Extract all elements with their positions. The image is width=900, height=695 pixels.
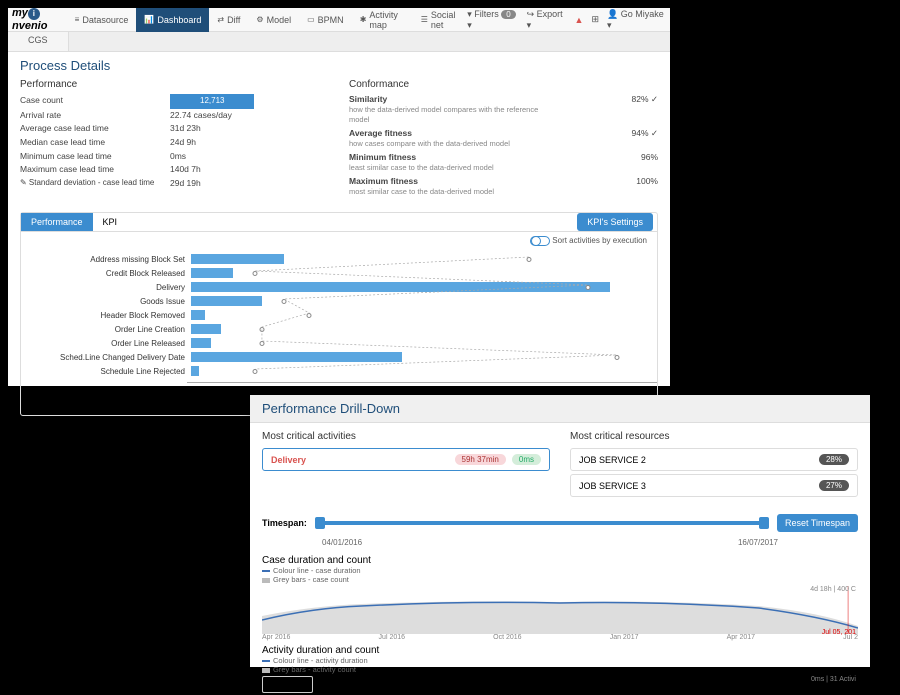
conformance-col: Conformance Similarityhow the data-deriv… bbox=[349, 79, 658, 200]
conf-row: Average fitnesshow cases compare with th… bbox=[349, 128, 658, 148]
user-menu[interactable]: 👤 Go Miyake ▾ bbox=[607, 9, 666, 31]
topbar: myinvenio ≡Datasource📊Dashboard⇄Diff⚙Mod… bbox=[8, 8, 670, 32]
activities-col: Most critical activities Delivery59h 37m… bbox=[262, 431, 550, 500]
filters-count-badge: 0 bbox=[501, 10, 515, 19]
export-button[interactable]: ↪ Export ▾ bbox=[527, 9, 567, 31]
nav-activity-map[interactable]: ✱Activity map bbox=[352, 8, 413, 32]
perf-row: Median case lead time24d 9h bbox=[20, 136, 329, 150]
slider-handle-left[interactable] bbox=[315, 517, 325, 529]
bell-icon[interactable]: ▲ bbox=[575, 15, 584, 25]
tab-performance[interactable]: Performance bbox=[21, 213, 93, 231]
bar-row: Sched.Line Changed Delivery Date bbox=[31, 350, 647, 364]
case-chart: 4d 18h | 400 C Jul 05, 201 bbox=[262, 586, 858, 634]
subtab-bar: CGS bbox=[8, 32, 670, 52]
kpi-settings-button[interactable]: KPI's Settings bbox=[577, 213, 653, 231]
bar-row: Order Line Released bbox=[31, 336, 647, 350]
filters-button[interactable]: ▾ Filters 0 ▾ bbox=[467, 9, 518, 31]
case-section-title: Case duration and count bbox=[262, 555, 858, 566]
case-duration-section: Case duration and count Colour line - ca… bbox=[250, 553, 870, 643]
perf-row: Arrival rate22.74 cases/day bbox=[20, 109, 329, 123]
process-details-title: Process Details bbox=[8, 52, 670, 79]
sort-label: Sort activities by execution bbox=[552, 236, 647, 245]
perf-row: ✎ Standard deviation - case lead time29d… bbox=[20, 177, 329, 191]
nav-bpmn[interactable]: ▭BPMN bbox=[299, 8, 352, 32]
bar-chart: Address missing Block SetCredit Block Re… bbox=[21, 250, 657, 382]
case-legend: Colour line - case duration Grey bars - … bbox=[262, 566, 858, 584]
details-panel: Performance Case count12,713Arrival rate… bbox=[8, 79, 670, 208]
conf-row: Similarityhow the data-derived model com… bbox=[349, 94, 658, 124]
activity-duration-section: Activity duration and count Colour line … bbox=[250, 643, 870, 695]
bar-row: Order Line Creation bbox=[31, 322, 647, 336]
bar-row: Header Block Removed bbox=[31, 308, 647, 322]
performance-heading: Performance bbox=[20, 79, 329, 90]
subtab-cgs[interactable]: CGS bbox=[8, 32, 69, 51]
chart-tabs: Performance KPI KPI's Settings bbox=[21, 213, 657, 232]
perf-row: Case count12,713 bbox=[20, 94, 329, 109]
bar-row: Credit Block Released bbox=[31, 266, 647, 280]
reset-timespan-button[interactable]: Reset Timespan bbox=[777, 514, 858, 532]
activity-row[interactable]: Delivery59h 37min0ms bbox=[262, 448, 550, 471]
case-timeline: Apr 2016Jul 2016Oct 2016Jan 2017Apr 2017… bbox=[262, 634, 858, 641]
bar-row: Delivery bbox=[31, 280, 647, 294]
chart-panel: Performance KPI KPI's Settings Sort acti… bbox=[20, 212, 658, 416]
dashboard-window: myinvenio ≡Datasource📊Dashboard⇄Diff⚙Mod… bbox=[8, 8, 670, 386]
act-legend: Colour line - activity duration Grey bar… bbox=[262, 656, 858, 674]
activities-heading: Most critical activities bbox=[262, 431, 550, 442]
nav-datasource[interactable]: ≡Datasource bbox=[67, 8, 137, 32]
conformance-heading: Conformance bbox=[349, 79, 658, 90]
timespan-from: 04/01/2016 bbox=[322, 538, 362, 547]
perf-row: Average case lead time31d 23h bbox=[20, 122, 329, 136]
timespan-label: Timespan: bbox=[262, 518, 307, 528]
conf-row: Minimum fitnessleast similar case to the… bbox=[349, 152, 658, 172]
sort-row: Sort activities by execution bbox=[21, 232, 657, 250]
timespan-row: Timespan: Reset Timespan bbox=[250, 508, 870, 538]
timespan-slider[interactable] bbox=[315, 521, 769, 525]
act-corner-label: 0ms | 31 Activi bbox=[811, 676, 856, 683]
activity-dropdown[interactable]: Delivery ▾ bbox=[262, 676, 313, 693]
toolbar-right: ▾ Filters 0 ▾ ↪ Export ▾ ▲ ⊞ 👤 Go Miyake… bbox=[467, 9, 666, 31]
case-tooltip: Jul 05, 201 bbox=[822, 629, 856, 636]
bar-row: Address missing Block Set bbox=[31, 252, 647, 266]
timespan-dates: 04/01/2016 16/07/2017 bbox=[310, 538, 870, 553]
resource-row[interactable]: JOB SERVICE 228% bbox=[570, 448, 858, 471]
x-axis: 00.20.40.60.811.21.41.61.822.22.42.6 bbox=[187, 382, 657, 396]
sort-toggle[interactable] bbox=[530, 236, 550, 246]
nav-dashboard[interactable]: 📊Dashboard bbox=[136, 8, 209, 32]
resources-heading: Most critical resources bbox=[570, 431, 858, 442]
resource-row[interactable]: JOB SERVICE 327% bbox=[570, 474, 858, 497]
perf-row: Minimum case lead time0ms bbox=[20, 150, 329, 164]
drilldown-title: Performance Drill-Down bbox=[250, 395, 870, 423]
timespan-to: 16/07/2017 bbox=[738, 538, 778, 547]
slider-handle-right[interactable] bbox=[759, 517, 769, 529]
nav-social-net[interactable]: ☰Social net bbox=[413, 8, 467, 32]
conf-row: Maximum fitnessmost similar case to the … bbox=[349, 176, 658, 196]
performance-col: Performance Case count12,713Arrival rate… bbox=[20, 79, 329, 200]
act-section-title: Activity duration and count bbox=[262, 645, 858, 656]
case-corner-label: 4d 18h | 400 C bbox=[810, 586, 856, 593]
nav-diff[interactable]: ⇄Diff bbox=[209, 8, 248, 32]
logo: myinvenio bbox=[12, 7, 67, 32]
grid-icon[interactable]: ⊞ bbox=[591, 14, 599, 25]
main-nav: ≡Datasource📊Dashboard⇄Diff⚙Model▭BPMN✱Ac… bbox=[67, 8, 468, 32]
bar-row: Schedule Line Rejected bbox=[31, 364, 647, 378]
nav-model[interactable]: ⚙Model bbox=[248, 8, 299, 32]
tab-kpi[interactable]: KPI bbox=[93, 213, 128, 231]
perf-row: Maximum case lead time140d 7h bbox=[20, 163, 329, 177]
bar-row: Goods Issue bbox=[31, 294, 647, 308]
drilldown-window: Performance Drill-Down Most critical act… bbox=[250, 395, 870, 667]
drill-head: Most critical activities Delivery59h 37m… bbox=[250, 423, 870, 508]
resources-col: Most critical resources JOB SERVICE 228%… bbox=[570, 431, 858, 500]
